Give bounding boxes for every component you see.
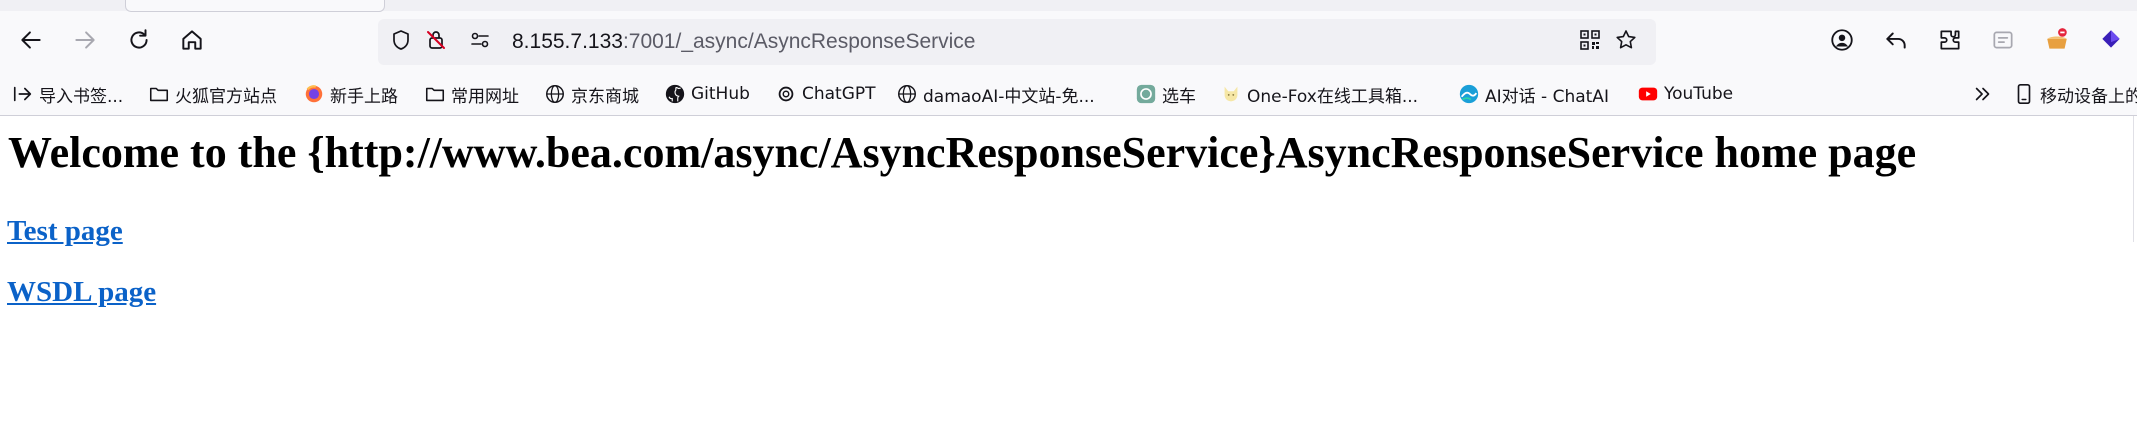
bookmark-mobile[interactable]: 移动设备上的	[2013, 79, 2137, 109]
url-path: :7001/_async/AsyncResponseService	[622, 30, 976, 53]
folder-icon	[424, 83, 446, 105]
reader-view-icon	[1990, 27, 2016, 58]
youtube-icon	[1637, 83, 1659, 105]
bookmark-one-fox[interactable]: One-Fox在线工具箱...	[1220, 79, 1418, 109]
navigation-toolbar: 8.155.7.133:7001/_async/AsyncResponseSer…	[0, 11, 2137, 73]
undo-icon	[1883, 27, 1909, 58]
forward-icon	[72, 27, 98, 58]
extension-basket-icon	[2044, 27, 2070, 58]
back-icon	[18, 27, 44, 58]
tracking-protection-button[interactable]	[387, 28, 415, 56]
bookmark-label: 常用网址	[451, 86, 519, 107]
home-icon	[179, 27, 205, 58]
home-button[interactable]	[172, 22, 212, 62]
qr-code-icon	[1578, 28, 1602, 57]
mobile-icon	[2013, 83, 2035, 105]
connection-info-icon	[468, 28, 492, 57]
scrollbar-edge[interactable]	[2133, 116, 2134, 242]
forward-button[interactable]	[65, 22, 105, 62]
url-bar[interactable]: 8.155.7.133:7001/_async/AsyncResponseSer…	[378, 19, 1656, 65]
bookmark-label: One-Fox在线工具箱...	[1247, 86, 1419, 107]
extension-basket-button[interactable]	[2037, 22, 2077, 62]
bookmark-label: 选车	[1162, 86, 1196, 107]
import-icon	[12, 83, 34, 105]
permissions-button[interactable]	[422, 28, 450, 56]
chatai-icon	[1458, 83, 1480, 105]
bookmark-label: GitHub	[691, 84, 750, 104]
bookmark-label: ChatGPT	[802, 84, 876, 104]
folder-icon	[148, 83, 170, 105]
bookmark-chatgpt[interactable]: ChatGPT	[775, 79, 876, 109]
url-text[interactable]: 8.155.7.133:7001/_async/AsyncResponseSer…	[512, 29, 975, 55]
connection-info-button[interactable]	[466, 28, 494, 56]
bookmark-getting-started[interactable]: 新手上路	[303, 79, 398, 109]
reload-icon	[126, 27, 152, 58]
page-title: Welcome to the {http://www.bea.com/async…	[8, 128, 1917, 177]
bookmark-label: damaoAI-中文站-免...	[923, 86, 1095, 107]
github-icon	[664, 83, 686, 105]
globe-icon	[544, 83, 566, 105]
chevron-double-right-icon	[1972, 83, 1994, 105]
shield-icon	[389, 28, 413, 57]
qr-code-button[interactable]	[1576, 28, 1604, 56]
openai-icon	[1135, 83, 1157, 105]
bookmark-jd[interactable]: 京东商城	[544, 79, 639, 109]
bookmark-folder-common-sites[interactable]: 常用网址	[424, 79, 519, 109]
account-icon	[1829, 27, 1855, 58]
bookmark-github[interactable]: GitHub	[664, 79, 750, 109]
blocked-permission-icon	[424, 28, 448, 57]
bookmark-damaoai[interactable]: damaoAI-中文站-免...	[896, 79, 1095, 109]
bookmark-import[interactable]: 导入书签...	[12, 79, 123, 109]
bookmark-star-button[interactable]	[1612, 28, 1640, 56]
extensions-button[interactable]	[1930, 22, 1970, 62]
bookmark-star-icon	[1614, 28, 1638, 57]
fox-icon	[1220, 83, 1242, 105]
openai-icon	[775, 83, 797, 105]
bookmarks-toolbar: 导入书签... 火狐官方站点 新手上路 常用网址 京东商城 GitHub Cha…	[0, 73, 2137, 115]
bookmark-label: AI对话 - ChatAI	[1485, 86, 1609, 107]
bookmark-label: 火狐官方站点	[175, 86, 277, 107]
bookmark-folder-firefox-sites[interactable]: 火狐官方站点	[148, 79, 277, 109]
tab-strip	[0, 0, 2137, 12]
globe-icon	[896, 83, 918, 105]
bookmark-chatai[interactable]: AI对话 - ChatAI	[1458, 79, 1609, 109]
extension-cube-button[interactable]	[2091, 22, 2131, 62]
reader-view-button[interactable]	[1983, 22, 2023, 62]
bookmarks-overflow-button[interactable]	[1972, 79, 1994, 109]
bookmark-label: 导入书签...	[39, 86, 124, 107]
firefox-icon	[303, 83, 325, 105]
url-host: 8.155.7.133	[512, 30, 623, 53]
wsdl-page-link[interactable]: WSDL page	[7, 275, 156, 309]
test-page-link[interactable]: Test page	[7, 214, 123, 248]
bookmark-label: YouTube	[1664, 84, 1734, 104]
back-button[interactable]	[11, 22, 51, 62]
bookmark-youtube[interactable]: YouTube	[1637, 79, 1733, 109]
browser-chrome: 8.155.7.133:7001/_async/AsyncResponseSer…	[0, 0, 2137, 116]
bookmark-choose-car[interactable]: 选车	[1135, 79, 1196, 109]
undo-button[interactable]	[1876, 22, 1916, 62]
account-button[interactable]	[1822, 22, 1862, 62]
page-content: Welcome to the {http://www.bea.com/async…	[0, 116, 2137, 447]
bookmark-label: 移动设备上的	[2040, 86, 2137, 107]
extensions-icon	[1937, 27, 1963, 58]
extension-cube-icon	[2098, 27, 2124, 58]
reload-button[interactable]	[119, 22, 159, 62]
bookmark-label: 京东商城	[571, 86, 639, 107]
bookmark-label: 新手上路	[330, 86, 398, 107]
